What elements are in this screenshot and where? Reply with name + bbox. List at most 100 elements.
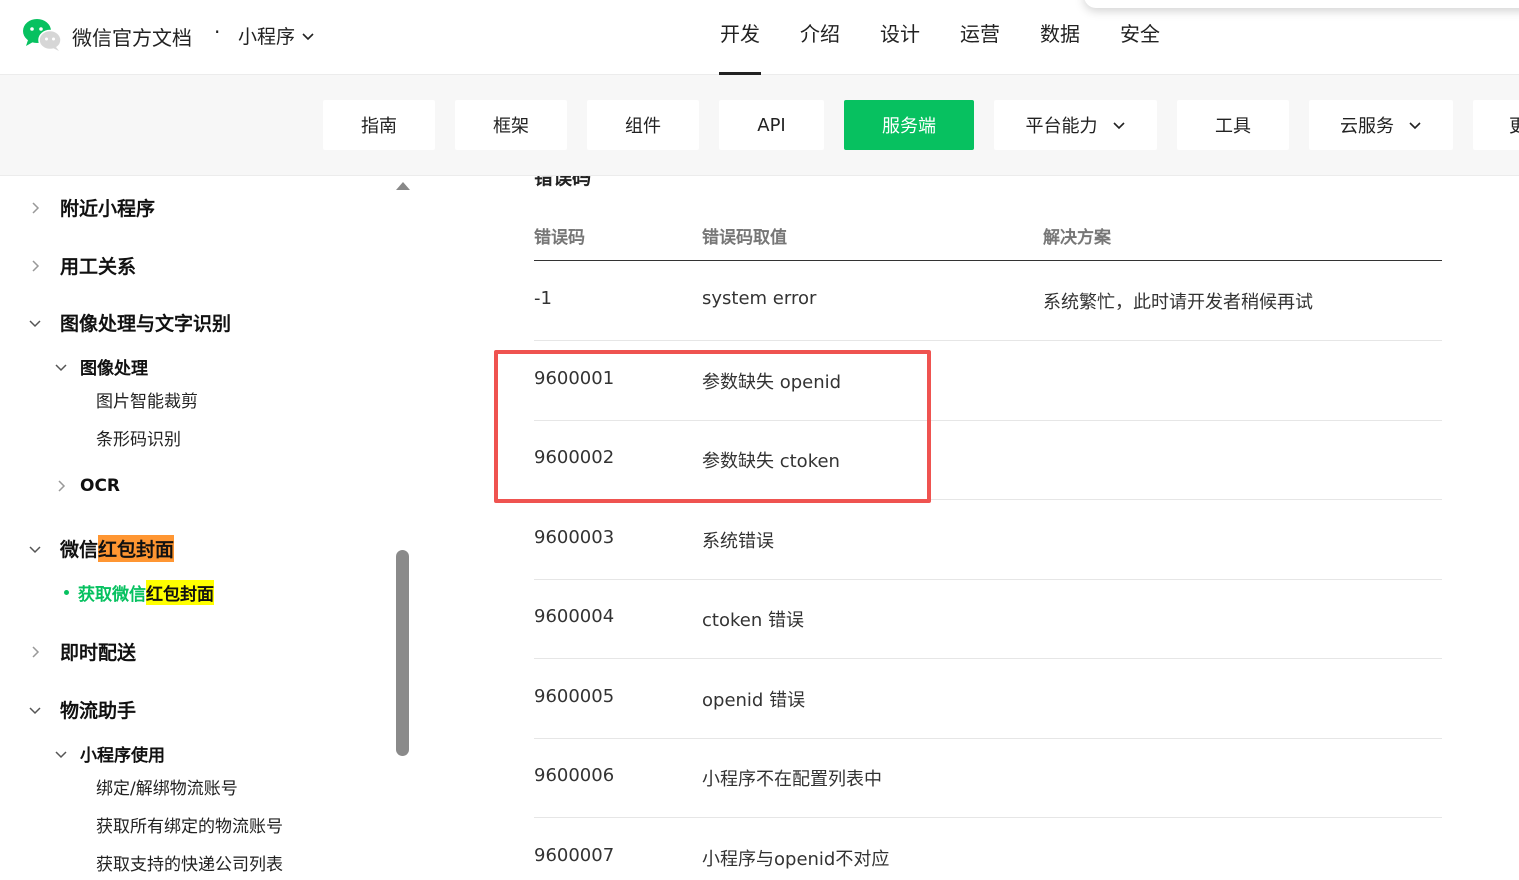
table-header: 错误码 错误码取值 解决方案 bbox=[534, 176, 1442, 261]
table-row: 9600002 参数缺失 ctoken bbox=[534, 420, 1442, 500]
nav-data[interactable]: 数据 bbox=[1020, 0, 1100, 75]
subnav-more[interactable]: 更 bbox=[1473, 100, 1519, 150]
site-title[interactable]: 微信官方文档 bbox=[72, 22, 192, 51]
subnav-label: 服务端 bbox=[882, 116, 936, 137]
sidebar-item-express-list[interactable]: 获取支持的快递公司列表 bbox=[96, 850, 283, 875]
chevron-down-icon bbox=[1409, 122, 1421, 130]
cell-value: 小程序不在配置列表中 bbox=[702, 769, 882, 790]
main-content: 错误码 错误码 错误码取值 解决方案 -1 system error 系统繁忙，… bbox=[412, 176, 1519, 880]
subnav-label: 组件 bbox=[625, 116, 661, 137]
cell-code: 9600002 bbox=[534, 447, 615, 468]
sidebar-item-image-ocr[interactable]: 图像处理与文字识别 bbox=[28, 309, 231, 336]
table-row: 9600001 参数缺失 openid bbox=[534, 341, 1442, 421]
chevron-down-icon bbox=[55, 363, 67, 371]
nav-design[interactable]: 设计 bbox=[860, 0, 940, 75]
cell-code: 9600007 bbox=[534, 845, 615, 866]
sidebar-scrollbar[interactable] bbox=[396, 550, 409, 756]
cell-solution: 系统繁忙，此时请开发者稍候再试 bbox=[1043, 292, 1313, 313]
cell-code: -1 bbox=[534, 288, 552, 309]
sidebar-item-all-accounts[interactable]: 获取所有绑定的物流账号 bbox=[96, 812, 283, 837]
sidebar-item-label: 附近小程序 bbox=[60, 198, 156, 220]
subnav-label: 更 bbox=[1509, 112, 1519, 138]
column-header-value: 错误码取值 bbox=[702, 228, 787, 248]
column-header-code: 错误码 bbox=[534, 228, 585, 248]
main-nav: 开发 介绍 设计 运营 数据 安全 bbox=[700, 0, 1180, 75]
sidebar-item-smart-crop[interactable]: 图片智能裁剪 bbox=[96, 387, 198, 412]
cell-value: 小程序与openid不对应 bbox=[702, 849, 890, 870]
sidebar-item-miniprogram-usage[interactable]: 小程序使用 bbox=[54, 741, 165, 766]
cell-code: 9600006 bbox=[534, 765, 615, 786]
table-row: -1 system error 系统繁忙，此时请开发者稍候再试 bbox=[534, 261, 1442, 341]
top-header: 微信官方文档 · 小程序 开发 介绍 设计 运营 数据 安全 bbox=[0, 0, 1519, 75]
sidebar-item-label: 微信 bbox=[60, 539, 99, 561]
title-separator: · bbox=[214, 20, 221, 44]
scroll-up-arrow-icon[interactable] bbox=[396, 182, 410, 190]
sidebar-item-logistics[interactable]: 物流助手 bbox=[28, 696, 136, 723]
sidebar-item-label: 即时配送 bbox=[60, 642, 137, 664]
cell-code: 9600003 bbox=[534, 527, 615, 548]
cell-value: system error bbox=[702, 288, 817, 309]
sidebar-item-image-processing[interactable]: 图像处理 bbox=[54, 354, 148, 379]
subnav-guide[interactable]: 指南 bbox=[323, 100, 435, 150]
subnav-label: API bbox=[757, 114, 786, 136]
sidebar-item-red-packet-cover[interactable]: 微信 红包封面 bbox=[28, 535, 175, 562]
sidebar-item-nearby-miniprogram[interactable]: 附近小程序 bbox=[28, 194, 155, 221]
subnav-cloud[interactable]: 云服务 bbox=[1309, 100, 1453, 150]
sidebar-item-get-red-packet-cover[interactable]: 获取微信 红包封面 bbox=[64, 580, 214, 605]
chevron-right-icon bbox=[32, 645, 40, 658]
section-dropdown[interactable]: 小程序 bbox=[238, 22, 315, 49]
search-highlight: 红包封面 bbox=[146, 580, 214, 605]
sidebar-item-label: 图像处理 bbox=[80, 359, 148, 379]
subnav-api[interactable]: API bbox=[719, 100, 824, 150]
sidebar-item-instant-delivery[interactable]: 即时配送 bbox=[28, 638, 136, 665]
sidebar-item-label: 物流助手 bbox=[60, 700, 137, 722]
search-highlight: 红包封面 bbox=[98, 535, 175, 562]
chevron-down-icon bbox=[29, 706, 41, 714]
chevron-right-icon bbox=[58, 480, 66, 492]
chevron-right-icon bbox=[32, 201, 40, 214]
chevron-down-icon bbox=[1112, 122, 1125, 130]
sidebar: 附近小程序 用工关系 图像处理与文字识别 图像处理 图片智能裁剪 条形码识别 O… bbox=[0, 176, 412, 880]
subnav-label: 平台能力 bbox=[1025, 116, 1098, 137]
table-row: 9600004 ctoken 错误 bbox=[534, 579, 1442, 659]
sidebar-item-label: 获取支持的快递公司列表 bbox=[96, 855, 283, 875]
popup-panel-edge bbox=[1084, 0, 1519, 8]
current-bullet-icon bbox=[64, 590, 69, 595]
subnav-label: 工具 bbox=[1215, 116, 1251, 137]
subnav-framework[interactable]: 框架 bbox=[455, 100, 567, 150]
sidebar-item-label: 图片智能裁剪 bbox=[96, 392, 198, 412]
sidebar-item-label: 获取微信 bbox=[78, 585, 146, 605]
table-row: 9600003 系统错误 bbox=[534, 500, 1442, 580]
sidebar-item-label: 图像处理与文字识别 bbox=[60, 313, 232, 335]
chevron-down-icon bbox=[302, 32, 314, 40]
subnav-label: 云服务 bbox=[1340, 116, 1394, 137]
sidebar-item-label: OCR bbox=[80, 476, 121, 496]
subnav-components[interactable]: 组件 bbox=[587, 100, 699, 150]
sidebar-item-bind-account[interactable]: 绑定/解绑物流账号 bbox=[96, 774, 238, 799]
sub-nav-bar: 指南 框架 组件 API 服务端 平台能力 工具 云服务 更 bbox=[0, 75, 1519, 176]
cell-code: 9600001 bbox=[534, 368, 615, 389]
sidebar-item-employment[interactable]: 用工关系 bbox=[28, 252, 136, 279]
nav-intro[interactable]: 介绍 bbox=[780, 0, 860, 75]
cell-value: openid 错误 bbox=[702, 690, 806, 711]
subnav-platform-capability[interactable]: 平台能力 bbox=[994, 100, 1157, 150]
cell-value: 系统错误 bbox=[702, 531, 774, 552]
sub-nav: 指南 框架 组件 API 服务端 平台能力 工具 云服务 更 bbox=[323, 100, 1519, 150]
section-dropdown-label: 小程序 bbox=[238, 26, 296, 48]
sidebar-item-label: 用工关系 bbox=[60, 256, 137, 278]
nav-dev[interactable]: 开发 bbox=[700, 0, 780, 75]
nav-security[interactable]: 安全 bbox=[1100, 0, 1180, 75]
subnav-tools[interactable]: 工具 bbox=[1177, 100, 1289, 150]
subnav-label: 框架 bbox=[493, 116, 529, 137]
sidebar-item-ocr[interactable]: OCR bbox=[54, 476, 120, 496]
chevron-down-icon bbox=[29, 319, 41, 327]
subnav-label: 指南 bbox=[361, 116, 397, 137]
table-row: 9600006 小程序不在配置列表中 bbox=[534, 738, 1442, 818]
cell-code: 9600004 bbox=[534, 606, 615, 627]
nav-operation[interactable]: 运营 bbox=[940, 0, 1020, 75]
sidebar-item-label: 条形码识别 bbox=[96, 430, 181, 450]
chevron-right-icon bbox=[32, 259, 40, 272]
subnav-server[interactable]: 服务端 bbox=[844, 100, 974, 150]
wechat-logo-icon[interactable] bbox=[22, 18, 62, 52]
sidebar-item-barcode[interactable]: 条形码识别 bbox=[96, 425, 181, 450]
